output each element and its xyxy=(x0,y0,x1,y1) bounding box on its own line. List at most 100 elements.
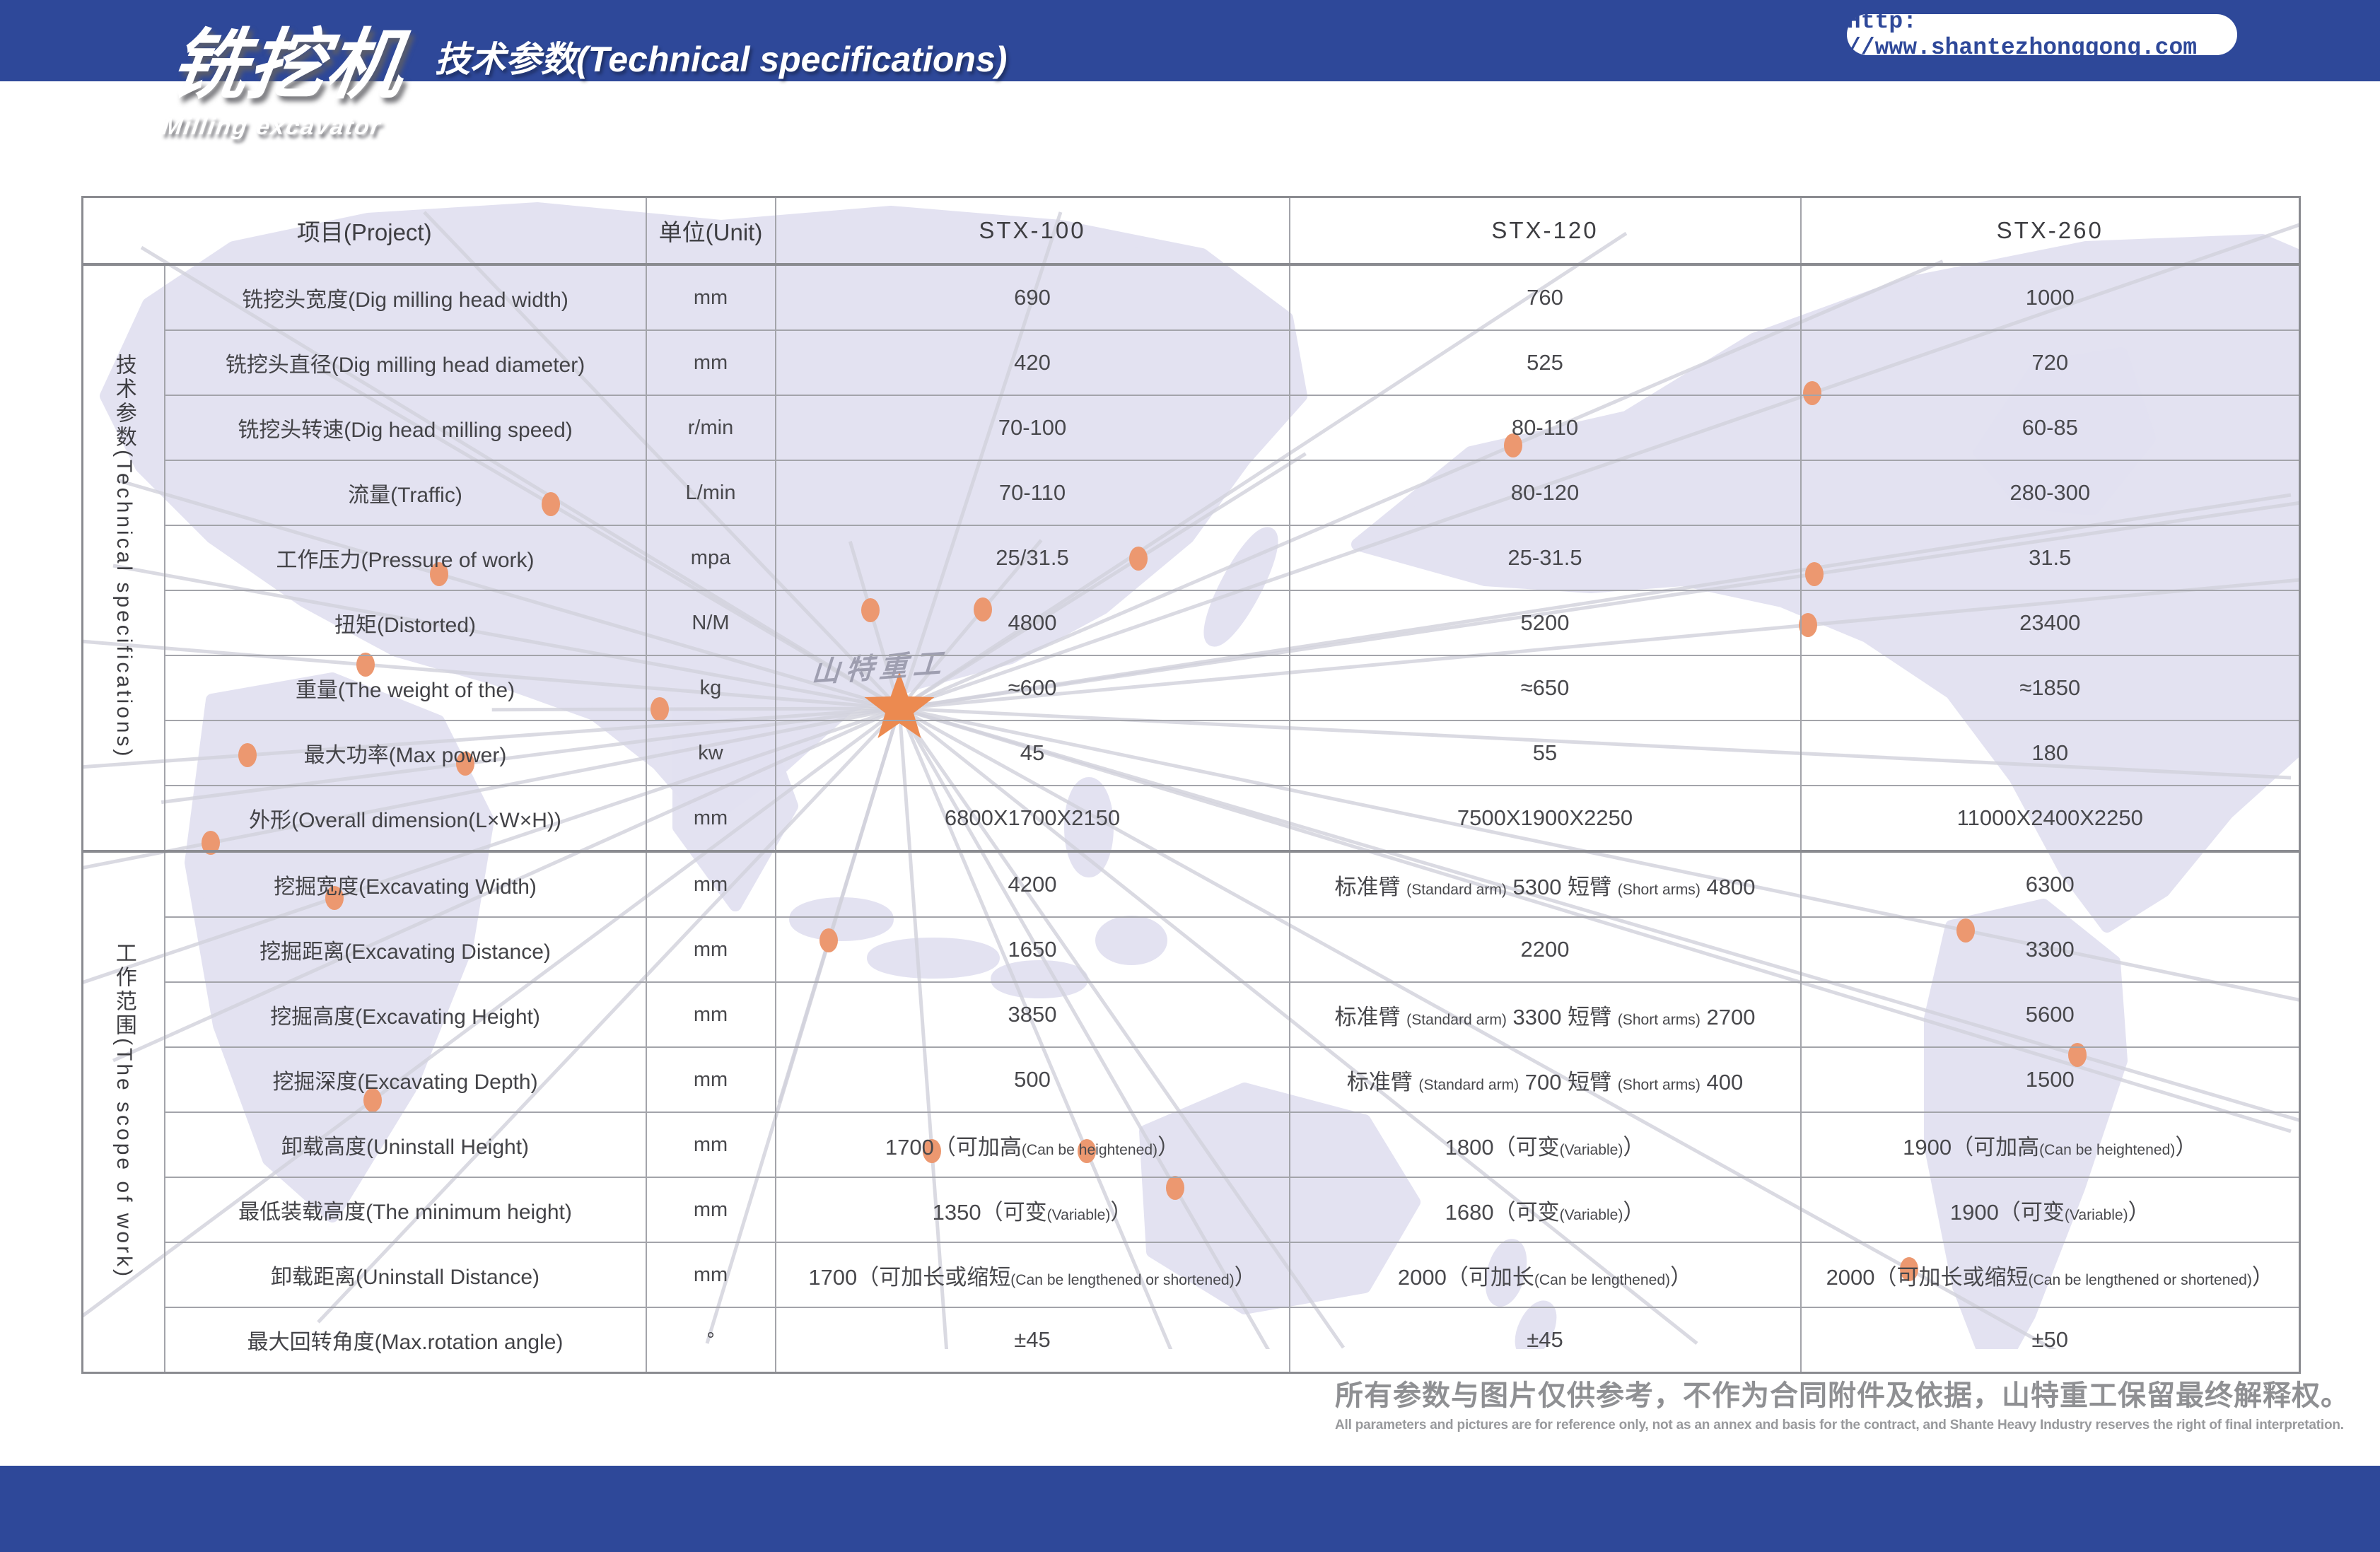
unit-cell: ° xyxy=(646,1307,776,1373)
unit-cell: N/M xyxy=(646,590,776,655)
table-row: 挖掘高度(Excavating Height)mm3850标准臂 (Standa… xyxy=(83,982,2300,1047)
value-cell: 80-110 xyxy=(1290,395,1801,460)
table-row: 扭矩(Distorted)N/M4800520023400 xyxy=(83,590,2300,655)
spec-table: 项目(Project) 单位(Unit) STX-100 STX-120 STX… xyxy=(81,196,2301,1374)
value-cell: 1900（可加高(Can be heightened)） xyxy=(1801,1112,2300,1177)
unit-cell: mm xyxy=(646,1112,776,1177)
value-cell: 23400 xyxy=(1801,590,2300,655)
value-cell: 60-85 xyxy=(1801,395,2300,460)
table-row: 重量(The weight of the)kg≈600≈650≈1850 xyxy=(83,655,2300,720)
table-row: 挖掘深度(Excavating Depth)mm500标准臂 (Standard… xyxy=(83,1047,2300,1112)
table-row: 最大回转角度(Max.rotation angle)°±45±45±50 xyxy=(83,1307,2300,1373)
unit-cell: L/min xyxy=(646,460,776,525)
value-cell: 280-300 xyxy=(1801,460,2300,525)
value-cell: 720 xyxy=(1801,330,2300,395)
value-cell: 760 xyxy=(1290,264,1801,330)
column-header-model-stx120: STX-120 xyxy=(1290,197,1801,265)
disclaimer-text-en: All parameters and pictures are for refe… xyxy=(1335,1418,2270,1433)
value-cell: 1000 xyxy=(1801,264,2300,330)
value-cell: ≈600 xyxy=(776,655,1290,720)
value-cell: 70-110 xyxy=(776,460,1290,525)
value-cell: 6300 xyxy=(1801,851,2300,917)
table-row: 卸载高度(Uninstall Height)mm1700（可加高(Can be … xyxy=(83,1112,2300,1177)
value-cell: 2000（可加长或缩短(Can be lengthened or shorten… xyxy=(1801,1242,2300,1307)
value-cell: 1680（可变(Variable)） xyxy=(1290,1177,1801,1242)
value-cell: 1350（可变(Variable)） xyxy=(776,1177,1290,1242)
row-label-cell: 挖掘深度(Excavating Depth) xyxy=(165,1047,646,1112)
value-cell: 1800（可变(Variable)） xyxy=(1290,1112,1801,1177)
value-cell: ≈650 xyxy=(1290,655,1801,720)
value-cell: 6800X1700X2150 xyxy=(776,786,1290,851)
group-cell: 工作范围(The scope of work) xyxy=(83,851,165,1373)
spec-table-body: 技术参数(Technical specifications) 铣挖头宽度(Dig … xyxy=(83,264,2300,1373)
table-row: 挖掘距离(Excavating Distance)mm165022003300 xyxy=(83,917,2300,982)
unit-cell: mm xyxy=(646,851,776,917)
row-label-cell: 铣挖头直径(Dig milling head diameter) xyxy=(165,330,646,395)
page: 铣挖机 Milling excavator 技术参数(Technical spe… xyxy=(0,0,2380,1552)
column-header-project: 项目(Project) xyxy=(83,197,646,265)
value-cell: 25-31.5 xyxy=(1290,525,1801,590)
value-cell: 420 xyxy=(776,330,1290,395)
value-cell: 7500X1900X2250 xyxy=(1290,786,1801,851)
value-cell: 45 xyxy=(776,720,1290,786)
bottom-footer-bar xyxy=(0,1466,2380,1552)
value-cell: 1500 xyxy=(1801,1047,2300,1112)
table-header-row: 项目(Project) 单位(Unit) STX-100 STX-120 STX… xyxy=(83,197,2300,265)
value-cell: 180 xyxy=(1801,720,2300,786)
row-label-cell: 卸载距离(Uninstall Distance) xyxy=(165,1242,646,1307)
value-cell: 31.5 xyxy=(1801,525,2300,590)
value-cell: ±45 xyxy=(1290,1307,1801,1373)
row-label-cell: 挖掘高度(Excavating Height) xyxy=(165,982,646,1047)
table-row: 外形(Overall dimension(L×W×H))mm6800X1700X… xyxy=(83,786,2300,851)
row-label-cell: 最大回转角度(Max.rotation angle) xyxy=(165,1307,646,1373)
row-label-cell: 重量(The weight of the) xyxy=(165,655,646,720)
row-label-cell: 卸载高度(Uninstall Height) xyxy=(165,1112,646,1177)
value-cell: 11000X2400X2250 xyxy=(1801,786,2300,851)
page-title: 技术参数(Technical specifications) xyxy=(435,31,1007,82)
value-cell: 5600 xyxy=(1801,982,2300,1047)
table-row: 技术参数(Technical specifications)铣挖头宽度(Dig … xyxy=(83,264,2300,330)
value-cell: 1700（可加高(Can be heightened)） xyxy=(776,1112,1290,1177)
value-cell: 55 xyxy=(1290,720,1801,786)
value-cell: ±50 xyxy=(1801,1307,2300,1373)
unit-cell: kg xyxy=(646,655,776,720)
group-label-text: 技术参数(Technical specifications) xyxy=(108,354,139,759)
value-cell: 1650 xyxy=(776,917,1290,982)
column-header-model-stx260: STX-260 xyxy=(1801,197,2300,265)
row-label-cell: 铣挖头转速(Dig head milling speed) xyxy=(165,395,646,460)
table-row: 工作范围(The scope of work)挖掘宽度(Excavating W… xyxy=(83,851,2300,917)
unit-cell: mm xyxy=(646,786,776,851)
row-label-cell: 挖掘宽度(Excavating Width) xyxy=(165,851,646,917)
row-label-cell: 最低装载高度(The minimum height) xyxy=(165,1177,646,1242)
value-cell: 1900（可变(Variable)） xyxy=(1801,1177,2300,1242)
unit-cell: mm xyxy=(646,264,776,330)
row-label-cell: 外形(Overall dimension(L×W×H)) xyxy=(165,786,646,851)
unit-cell: r/min xyxy=(646,395,776,460)
value-cell: 4800 xyxy=(776,590,1290,655)
value-cell: 标准臂 (Standard arm) 5300 短臂 (Short arms) … xyxy=(1290,851,1801,917)
unit-cell: mm xyxy=(646,1177,776,1242)
table-row: 流量(Traffic)L/min70-11080-120280-300 xyxy=(83,460,2300,525)
row-label-cell: 扭矩(Distorted) xyxy=(165,590,646,655)
value-cell: 25/31.5 xyxy=(776,525,1290,590)
logo-text-en: Milling excavator xyxy=(161,113,397,141)
value-cell: 标准臂 (Standard arm) 3300 短臂 (Short arms) … xyxy=(1290,982,1801,1047)
unit-cell: mm xyxy=(646,1242,776,1307)
unit-cell: mm xyxy=(646,982,776,1047)
unit-cell: mpa xyxy=(646,525,776,590)
row-label-cell: 挖掘距离(Excavating Distance) xyxy=(165,917,646,982)
value-cell: ±45 xyxy=(776,1307,1290,1373)
value-cell: 3850 xyxy=(776,982,1290,1047)
row-label-cell: 铣挖头宽度(Dig milling head width) xyxy=(165,264,646,330)
group-label-text: 工作范围(The scope of work) xyxy=(108,942,139,1279)
value-cell: 1700（可加长或缩短(Can be lengthened or shorten… xyxy=(776,1242,1290,1307)
column-header-model-stx100: STX-100 xyxy=(776,197,1290,265)
logo-text-cn: 铣挖机 xyxy=(165,27,409,103)
website-url-badge[interactable]: Http: //www.shantezhonggong.com xyxy=(1847,14,2237,55)
table-row: 工作压力(Pressure of work)mpa25/31.525-31.53… xyxy=(83,525,2300,590)
unit-cell: mm xyxy=(646,1047,776,1112)
value-cell: 690 xyxy=(776,264,1290,330)
value-cell: 2200 xyxy=(1290,917,1801,982)
value-cell: 2000（可加长(Can be lengthened)） xyxy=(1290,1242,1801,1307)
row-label-cell: 工作压力(Pressure of work) xyxy=(165,525,646,590)
